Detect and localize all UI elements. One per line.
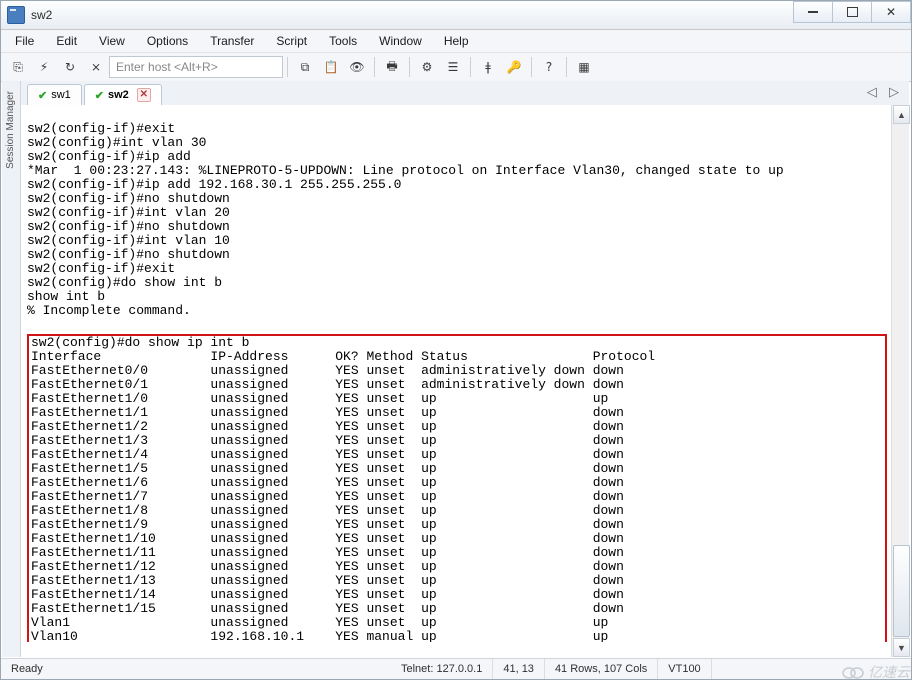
menu-file[interactable]: File [7, 32, 42, 50]
terminal-output[interactable]: sw2(config-if)#exit sw2(config)#int vlan… [23, 120, 891, 642]
status-bar: Ready Telnet: 127.0.0.1 41, 13 41 Rows, … [1, 658, 911, 679]
toolbar-settings-icon[interactable]: ⚙ [416, 56, 438, 78]
toolbar-disconnect-icon[interactable]: ⨯ [85, 56, 107, 78]
menu-script[interactable]: Script [268, 32, 315, 50]
status-connection: Telnet: 127.0.0.1 [391, 659, 493, 679]
toolbar-separator [531, 57, 532, 77]
toolbar-reconnect-icon[interactable]: ↻ [59, 56, 81, 78]
tab-nav-arrows[interactable]: ◁ ▷ [867, 85, 903, 100]
menu-view[interactable]: View [91, 32, 133, 50]
terminal-panel: sw2(config-if)#exit sw2(config)#int vlan… [21, 105, 909, 657]
toolbar-quick-connect-icon[interactable]: ⚡ [33, 56, 55, 78]
app-icon [7, 6, 25, 24]
toolbar-session-options-icon[interactable]: ☰ [442, 56, 464, 78]
session-manager-strip[interactable]: Session Manager [2, 81, 21, 657]
app-window: sw2 ✕ File Edit View Options Transfer Sc… [0, 0, 912, 680]
session-tab-sw1[interactable]: ✔ sw1 [27, 84, 82, 105]
toolbar-copy-icon[interactable]: ⧉ [294, 56, 316, 78]
window-maximize-button[interactable] [832, 1, 872, 23]
menu-bar: File Edit View Options Transfer Script T… [1, 30, 911, 53]
highlight-box: sw2(config)#do show ip int b Interface I… [27, 334, 887, 642]
session-manager-label: Session Manager [5, 91, 16, 169]
toolbar-paste-icon[interactable]: 📋 [320, 56, 342, 78]
menu-tools[interactable]: Tools [321, 32, 365, 50]
scroll-thumb[interactable] [893, 545, 910, 637]
menu-options[interactable]: Options [139, 32, 196, 50]
menu-help[interactable]: Help [436, 32, 477, 50]
status-emulation: VT100 [658, 659, 711, 679]
terminal-pre-lines: sw2(config-if)#exit sw2(config)#int vlan… [27, 121, 784, 318]
toolbar-separator [470, 57, 471, 77]
interface-table-header: Interface IP-Address OK? Method Status P… [31, 349, 655, 364]
menu-edit[interactable]: Edit [48, 32, 85, 50]
check-icon: ✔ [38, 89, 47, 102]
session-tab-strip: ✔ sw1 ✔ sw2 ✕ ◁ ▷ [21, 81, 909, 106]
scroll-up-button[interactable]: ▲ [893, 105, 910, 124]
toolbar-separator [566, 57, 567, 77]
scroll-down-button[interactable]: ▼ [893, 638, 910, 657]
toolbar-tile-icon[interactable]: ▦ [573, 56, 595, 78]
tab-close-button[interactable]: ✕ [137, 88, 151, 102]
toolbar-print-icon[interactable]: 🖶 [381, 56, 403, 78]
status-ready: Ready [1, 659, 391, 679]
tab-label: sw2 [108, 89, 129, 101]
host-placeholder: Enter host <Alt+R> [116, 60, 218, 74]
toolbar: ⎘ ⚡ ↻ ⨯ Enter host <Alt+R> ⧉ 📋 👁 🖶 ⚙ ☰ ǂ… [1, 53, 911, 82]
toolbar-separator [409, 57, 410, 77]
menu-window[interactable]: Window [371, 32, 430, 50]
window-title: sw2 [31, 8, 52, 22]
vertical-scrollbar[interactable]: ▲ ▼ [891, 105, 909, 657]
toolbar-help-icon[interactable]: ? [538, 56, 560, 78]
menu-transfer[interactable]: Transfer [202, 32, 262, 50]
toolbar-separator [287, 57, 288, 77]
host-input[interactable]: Enter host <Alt+R> [109, 56, 283, 78]
toolbar-key-icon[interactable]: ǂ [477, 56, 499, 78]
status-size: 41 Rows, 107 Cols [545, 659, 658, 679]
title-bar: sw2 ✕ [1, 1, 911, 30]
toolbar-separator [374, 57, 375, 77]
interface-table-rows: FastEthernet0/0 unassigned YES unset adm… [31, 363, 624, 642]
window-minimize-button[interactable] [793, 1, 833, 23]
window-close-button[interactable]: ✕ [871, 1, 911, 23]
toolbar-find-icon[interactable]: 👁 [346, 56, 368, 78]
toolbar-lock-icon[interactable]: 🔑 [503, 56, 525, 78]
toolbar-connect-icon[interactable]: ⎘ [7, 56, 29, 78]
check-icon: ✔ [95, 89, 104, 102]
tab-label: sw1 [51, 89, 71, 101]
terminal-show-cmd: sw2(config)#do show ip int b [31, 335, 249, 350]
status-cursor: 41, 13 [493, 659, 545, 679]
session-tab-sw2[interactable]: ✔ sw2 ✕ [84, 84, 162, 105]
